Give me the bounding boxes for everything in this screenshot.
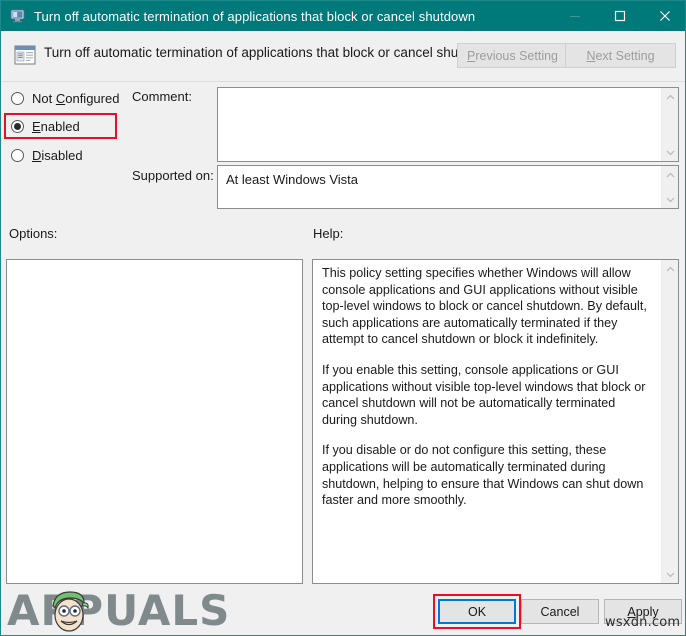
options-label: Options:	[9, 226, 58, 241]
supported-on-scrollbar[interactable]	[661, 166, 678, 208]
previous-setting-button[interactable]: Previous Setting	[457, 43, 568, 68]
comment-input[interactable]	[217, 87, 679, 162]
close-button[interactable]	[642, 1, 685, 31]
comment-scrollbar[interactable]	[661, 88, 678, 161]
comment-label: Comment:	[132, 89, 192, 104]
radio-not-configured-indicator[interactable]	[11, 92, 24, 105]
setting-header: Turn off automatic termination of applic…	[2, 31, 685, 82]
chevron-up-icon[interactable]	[662, 88, 679, 105]
radio-not-configured-label: Not Configured	[32, 91, 120, 106]
radio-enabled-label: Enabled	[32, 119, 80, 134]
minimize-button[interactable]	[552, 1, 597, 31]
next-setting-button[interactable]: Next Setting	[565, 43, 676, 68]
chevron-up-icon[interactable]	[662, 166, 679, 183]
policy-setting-icon	[14, 44, 36, 66]
radio-enabled[interactable]: Enabled	[11, 119, 80, 134]
radio-not-configured[interactable]: Not Configured	[11, 91, 119, 106]
options-panel[interactable]	[6, 259, 303, 584]
help-text-content: This policy setting specifies whether Wi…	[313, 260, 660, 583]
radio-disabled-indicator[interactable]	[11, 149, 24, 162]
help-scrollbar[interactable]	[661, 260, 678, 583]
maximize-button[interactable]	[597, 1, 642, 31]
help-paragraph: This policy setting specifies whether Wi…	[322, 266, 647, 347]
chevron-up-icon[interactable]	[662, 260, 679, 277]
group-policy-setting-dialog: Turn off automatic termination of applic…	[0, 0, 686, 636]
supported-on-value: At least Windows Vista	[226, 172, 358, 187]
appuals-watermark: APPUALS	[7, 584, 231, 635]
ok-button[interactable]: OK	[438, 599, 516, 624]
chevron-down-icon[interactable]	[662, 566, 679, 583]
help-paragraph: If you enable this setting, console appl…	[322, 362, 646, 427]
help-paragraph: If you disable or do not configure this …	[322, 443, 644, 508]
help-panel: This policy setting specifies whether Wi…	[312, 259, 679, 584]
window-title: Turn off automatic termination of applic…	[34, 8, 476, 24]
computer-monitor-icon	[10, 8, 26, 24]
appuals-brand-text: APPUALS	[7, 586, 231, 635]
radio-disabled[interactable]: Disabled	[11, 148, 83, 163]
appuals-mascot-icon	[43, 584, 95, 635]
radio-disabled-label: Disabled	[32, 148, 83, 163]
cancel-button[interactable]: Cancel	[521, 599, 599, 624]
help-label: Help:	[313, 226, 344, 241]
title-bar: Turn off automatic termination of applic…	[1, 1, 685, 31]
chevron-down-icon[interactable]	[662, 144, 679, 161]
radio-enabled-indicator[interactable]	[11, 120, 24, 133]
setting-title: Turn off automatic termination of applic…	[44, 45, 495, 60]
supported-on-field: At least Windows Vista	[217, 165, 679, 209]
site-watermark: wsxdn.com	[605, 615, 681, 630]
chevron-down-icon[interactable]	[662, 191, 679, 208]
supported-on-label: Supported on:	[132, 168, 214, 183]
